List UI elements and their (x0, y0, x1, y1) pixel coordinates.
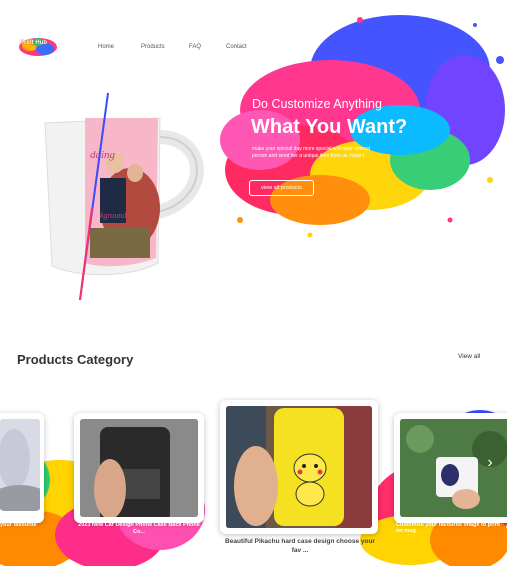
product-image-3 (226, 406, 372, 528)
product-caption-1: your favourite (0, 522, 37, 528)
product-card-2[interactable] (74, 413, 204, 523)
product-image-2 (80, 419, 198, 517)
products-category-heading: Products Category (17, 352, 134, 367)
view-all-link[interactable]: View all (458, 353, 480, 360)
hero-description: make your special day more special with … (252, 146, 370, 159)
product-image-1 (0, 419, 40, 511)
carousel-next-icon[interactable]: › (482, 455, 498, 471)
hero-title: What You Want? (251, 116, 408, 138)
product-caption-2: 2023 New Car Design Phone Case Back Phon… (78, 522, 200, 535)
mug-text-line-1: dding (90, 149, 116, 161)
custom-mug-image: dding kground (44, 92, 204, 301)
product-caption-3: Beautiful Pikachu hard case design choos… (225, 538, 375, 554)
product-card-1[interactable] (0, 413, 44, 523)
hero-subtitle: Do Customize Anything (252, 97, 382, 111)
nav-products[interactable]: Products (141, 44, 165, 50)
nav-home[interactable]: Home (98, 44, 114, 50)
view-all-products-button[interactable]: view all products (249, 180, 314, 196)
product-caption-4: Customize your favourite image to print … (396, 522, 500, 534)
mug-text-line-2: kground (100, 211, 127, 220)
product-card-3[interactable] (220, 400, 378, 534)
